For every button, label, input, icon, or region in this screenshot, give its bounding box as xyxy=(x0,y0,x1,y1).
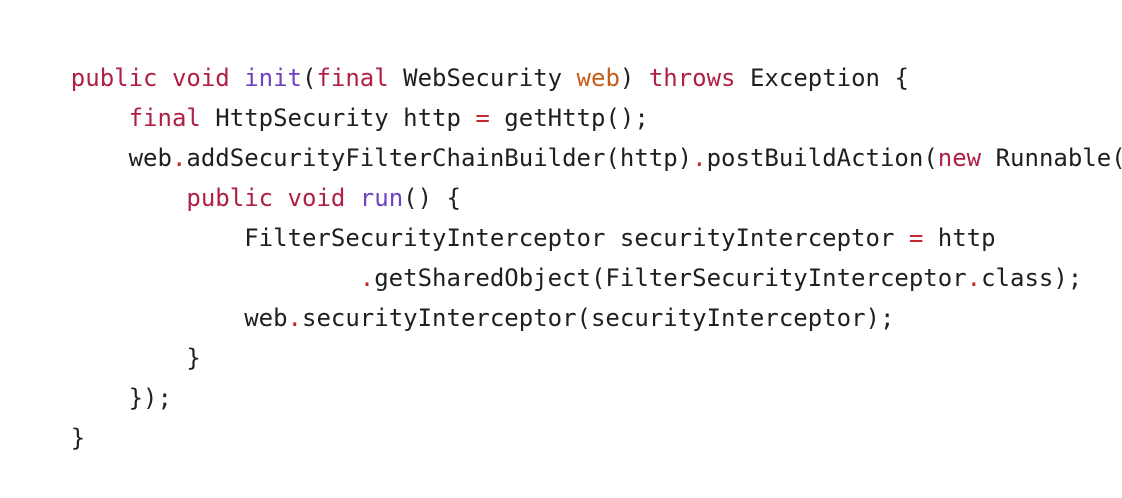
code-line-4: public void run() { xyxy=(13,138,461,212)
keyword-token: throws xyxy=(648,64,736,92)
code-token: securityInterceptor(securityInterceptor)… xyxy=(302,304,895,332)
code-line-5: FilterSecurityInterceptor securityInterc… xyxy=(13,178,995,252)
code-line-9: }); xyxy=(13,338,172,412)
operator-token: . xyxy=(692,144,707,172)
code-token: Exception { xyxy=(735,64,909,92)
code-line-1: public void init(final WebSecurity web) … xyxy=(13,18,909,92)
code-line-8: } xyxy=(13,298,200,372)
keyword-token: new xyxy=(937,144,982,172)
code-token: postBuildAction( xyxy=(706,144,938,172)
code-token: }); xyxy=(70,384,172,412)
code-line-6: .getSharedObject(FilterSecurityIntercept… xyxy=(13,218,1082,292)
code-view: public void init(final WebSecurity web) … xyxy=(0,0,1122,452)
code-token: } xyxy=(70,424,86,452)
code-line-7: web.securityInterceptor(securityIntercep… xyxy=(13,258,894,332)
operator-token: . xyxy=(966,264,982,292)
code-token: Runnable() { xyxy=(995,144,1122,172)
code-token: class); xyxy=(981,264,1083,292)
code-line-10: } xyxy=(13,378,85,452)
code-line-2: final HttpSecurity http = getHttp(); xyxy=(13,58,649,132)
code-line-3: web.addSecurityFilterChainBuilder(http).… xyxy=(13,98,1122,172)
operator-token: . xyxy=(287,304,302,332)
